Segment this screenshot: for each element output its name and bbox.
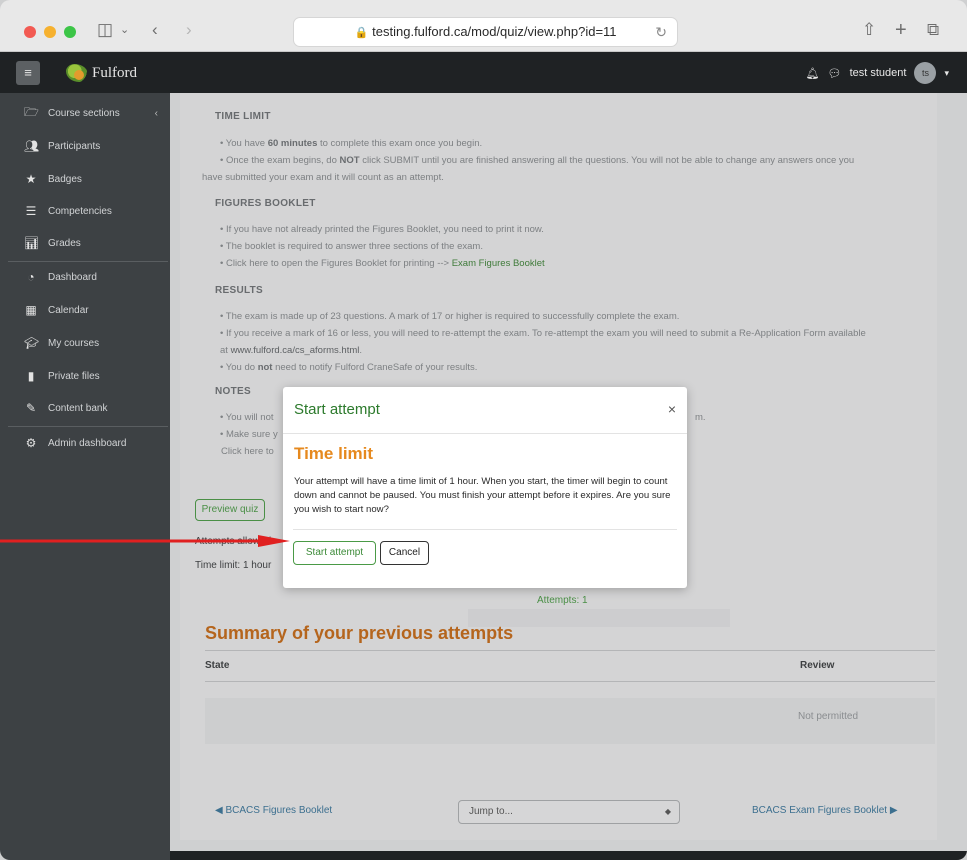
footer-bar: [170, 851, 967, 860]
table-header-line: [205, 681, 935, 682]
menu-toggle-button[interactable]: ≡: [16, 61, 40, 85]
results-text: • The exam is made up of 23 questions. A…: [220, 311, 866, 339]
sidebar-item-badges[interactable]: ★ Badges: [0, 163, 170, 195]
start-attempt-button[interactable]: Start attempt: [293, 541, 376, 565]
site-logo[interactable]: Fulford: [66, 61, 137, 85]
table-row: Not permitted: [205, 698, 935, 744]
cogs-icon: ⚙: [25, 436, 37, 450]
notes-heading: NOTES: [215, 386, 251, 397]
sidebar-item-private-files[interactable]: ▮ Private files: [0, 360, 170, 392]
time-limit-heading-dialog: Time limit: [294, 444, 374, 463]
table-top-line: [205, 650, 935, 651]
sidebar-item-course-sections[interactable]: 🗁︎ Course sections ‹: [0, 97, 170, 129]
star-icon: ★: [25, 172, 37, 186]
back-arrow-icon[interactable]: ‹: [152, 20, 158, 40]
address-bar[interactable]: 🔒 testing.fulford.ca/mod/quiz/view.php?id…: [293, 17, 678, 47]
user-name[interactable]: test student: [850, 67, 907, 79]
logo-text: Fulford: [92, 64, 137, 81]
share-icon[interactable]: ⇧: [862, 20, 876, 40]
col-review-header: Review: [800, 660, 835, 671]
sidebar-toggle-icon[interactable]: ◫: [97, 20, 113, 40]
chevron-left-icon[interactable]: ‹: [155, 108, 158, 119]
annotation-arrow-icon: [0, 535, 290, 547]
lock-icon: 🔒: [354, 27, 369, 39]
time-limit-info: Time limit: 1 hour: [195, 560, 272, 571]
new-tab-icon[interactable]: +: [895, 20, 907, 40]
graduation-cap-icon: 🎓︎: [24, 336, 40, 350]
time-limit-text: • You have 60 minutes to complete this e…: [220, 138, 855, 166]
summary-heading: Summary of your previous attempts: [205, 623, 514, 643]
users-icon: 👥︎: [24, 139, 40, 153]
sidebar-item-my-courses[interactable]: 🎓︎ My courses: [0, 327, 170, 359]
select-caret-icon: ◆: [664, 807, 671, 816]
next-activity-link[interactable]: BCACS Exam Figures Booklet ▶: [752, 805, 898, 816]
site-navbar: ≡ Fulford 🔔︎ 💬︎ test student ts ▾: [0, 52, 967, 93]
logo-leaf-icon: [66, 64, 88, 82]
bell-icon[interactable]: 🔔︎: [806, 67, 820, 80]
calendar-icon: ▦: [25, 303, 37, 317]
reload-icon[interactable]: ↻: [655, 18, 667, 46]
avatar[interactable]: ts: [914, 62, 937, 84]
preview-quiz-button[interactable]: Preview quiz: [195, 499, 265, 521]
chat-icon[interactable]: 💬︎: [828, 67, 842, 80]
notes-text-tail: m.: [695, 412, 706, 423]
tab-overview-icon[interactable]: ⧉: [927, 20, 939, 40]
brush-icon: ✎: [25, 401, 37, 415]
review-value: Not permitted: [798, 711, 859, 722]
minimize-window-button[interactable]: [44, 26, 56, 38]
start-attempt-dialog: Start attempt × Time limit Your attempt …: [283, 387, 687, 588]
dialog-title: Start attempt: [294, 401, 380, 418]
cancel-button[interactable]: Cancel: [380, 541, 429, 565]
url-text: testing.fulford.ca/mod/quiz/view.php?id=…: [372, 24, 617, 39]
close-window-button[interactable]: [24, 26, 36, 38]
time-limit-text-cont: have submitted your exam and it will cou…: [202, 172, 444, 183]
dialog-footer-divider: [293, 529, 677, 530]
browser-toolbar: ◫ ⌄ ‹ › 🔒 testing.fulford.ca/mod/quiz/vie…: [0, 0, 967, 52]
dashboard-icon: ◔: [27, 270, 35, 284]
jump-to-select[interactable]: Jump to... ◆: [458, 800, 680, 824]
grades-icon: 📊︎: [24, 236, 40, 250]
results-heading: RESULTS: [215, 285, 264, 296]
sidebar: 🗁︎ Course sections ‹ 👥︎ Participants ★ Badg…: [0, 93, 170, 860]
time-limit-heading: TIME LIMIT: [215, 111, 271, 122]
chevron-down-icon[interactable]: ▾: [944, 68, 949, 79]
dialog-body-text: Your attempt will have a time limit of 1…: [294, 476, 671, 515]
sidebar-item-dashboard[interactable]: ◔ Dashboard: [0, 261, 170, 293]
sidebar-item-grades[interactable]: 📊︎ Grades: [0, 227, 170, 259]
chevron-down-icon[interactable]: ⌄: [120, 20, 129, 40]
figures-text: • If you have not already printed the Fi…: [220, 224, 545, 269]
sidebar-item-content-bank[interactable]: ✎ Content bank: [0, 392, 170, 424]
folder-icon: 🗁︎: [24, 104, 39, 119]
close-icon[interactable]: ×: [668, 401, 676, 417]
results-text-cont: at www.fulford.ca/cs_aforms.html. • You …: [220, 345, 478, 373]
col-state-header: State: [205, 660, 230, 671]
sidebar-item-competencies[interactable]: ☰ Competencies: [0, 195, 170, 227]
sidebar-item-calendar[interactable]: ▦ Calendar: [0, 294, 170, 326]
sidebar-item-participants[interactable]: 👥︎ Participants: [0, 130, 170, 162]
aforms-link[interactable]: www.fulford.ca/cs_aforms.html: [231, 345, 360, 356]
dialog-divider: [283, 433, 687, 434]
forward-arrow-icon[interactable]: ›: [186, 20, 192, 40]
figures-booklet-link[interactable]: Exam Figures Booklet: [452, 258, 545, 269]
browser-window: ◫ ⌄ ‹ › 🔒 testing.fulford.ca/mod/quiz/vie…: [0, 0, 967, 860]
file-icon: ▮: [27, 369, 35, 383]
zoom-window-button[interactable]: [64, 26, 76, 38]
prev-activity-link[interactable]: ◀ BCACS Figures Booklet: [215, 805, 332, 816]
figures-heading: FIGURES BOOKLET: [215, 198, 316, 209]
sidebar-item-admin-dashboard[interactable]: ⚙ Admin dashboard: [0, 427, 170, 459]
list-icon: ☰: [25, 204, 37, 218]
attempts-count: Attempts: 1: [537, 595, 588, 606]
